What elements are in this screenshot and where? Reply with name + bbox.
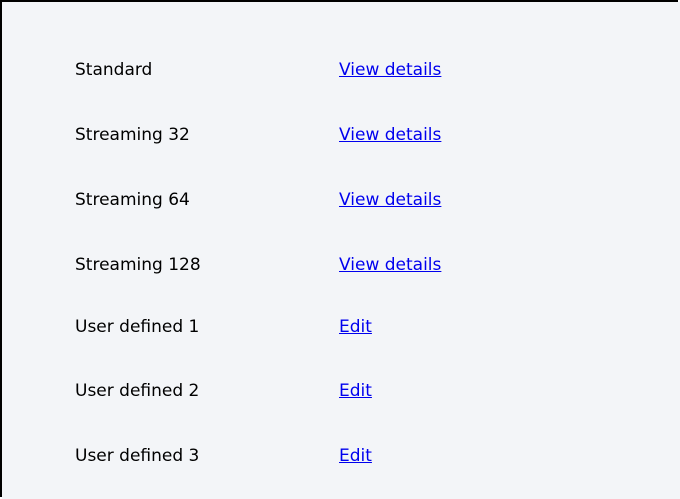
panel-border xyxy=(0,0,678,497)
